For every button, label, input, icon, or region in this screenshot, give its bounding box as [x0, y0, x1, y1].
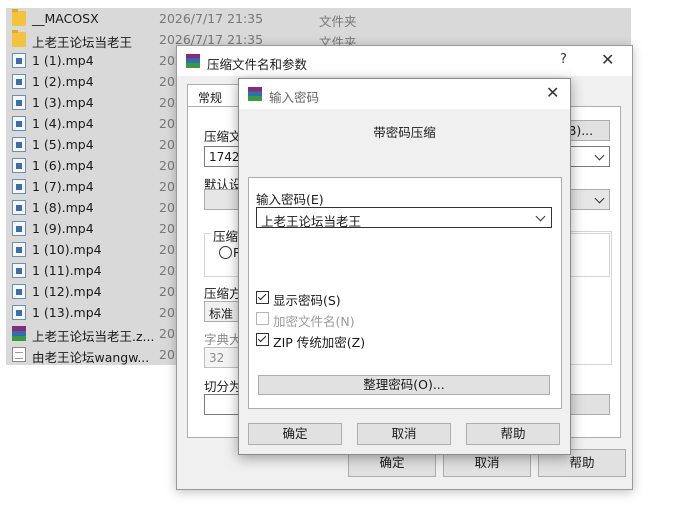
- password-cancel-button[interactable]: 取消: [357, 423, 451, 445]
- file-name: 1 (5).mp4: [32, 137, 94, 152]
- video-file-icon: [12, 200, 26, 215]
- compression-method-value: 标准: [209, 307, 234, 321]
- archive-dialog-close-icon[interactable]: ✕: [601, 50, 614, 69]
- password-ok-button[interactable]: 确定: [248, 423, 342, 445]
- help-question-icon[interactable]: ?: [560, 52, 567, 67]
- file-type: 文件夹: [319, 14, 357, 29]
- file-name: 1 (11).mp4: [32, 263, 102, 278]
- file-name: 1 (8).mp4: [32, 200, 94, 215]
- video-file-icon: [12, 95, 26, 110]
- video-file-icon: [12, 116, 26, 131]
- compression-method-label: 压缩方: [204, 286, 242, 301]
- file-name: 1 (13).mp4: [32, 305, 102, 320]
- dictionary-size-label: 字典大: [204, 332, 242, 347]
- chevron-down-icon: [594, 193, 605, 204]
- zip-legacy-encryption-label: ZIP 传统加密(Z): [273, 335, 366, 350]
- file-date: 2026/7/17 21:35: [159, 11, 264, 26]
- zip-legacy-encryption-checkbox[interactable]: [256, 333, 269, 346]
- password-dialog-close-icon[interactable]: ✕: [546, 83, 559, 102]
- video-file-icon: [12, 242, 26, 257]
- folder-icon: [12, 30, 26, 47]
- archive-dialog-titlebar: 压缩文件名和参数 ? ✕: [177, 46, 632, 76]
- winrar-icon: [186, 54, 200, 68]
- password-dialog-title: 输入密码: [269, 90, 320, 105]
- file-name: 1 (4).mp4: [32, 116, 94, 131]
- video-file-icon: [12, 305, 26, 320]
- winrar-icon: [248, 87, 262, 101]
- file-row[interactable]: __MACOSX 2026/7/17 21:35 文件夹: [6, 8, 631, 29]
- chevron-down-icon: [594, 150, 605, 161]
- tab-general[interactable]: 常规: [187, 84, 239, 107]
- file-name: 1 (9).mp4: [32, 221, 94, 236]
- tab-general-label: 常规: [198, 91, 223, 105]
- split-volumes-label: 切分为: [204, 379, 242, 394]
- file-name: 1 (1).mp4: [32, 53, 94, 68]
- chevron-down-icon: [535, 211, 546, 222]
- video-file-icon: [12, 221, 26, 236]
- password-dialog-heading: 带密码压缩: [373, 125, 436, 140]
- password-help-button[interactable]: 帮助: [466, 423, 560, 445]
- text-file-icon: [12, 347, 26, 362]
- file-name: 由老王论坛wangw...: [32, 350, 150, 365]
- video-file-icon: [12, 74, 26, 89]
- password-label: 输入密码(E): [256, 192, 324, 207]
- show-password-label: 显示密码(S): [273, 293, 341, 308]
- folder-icon: [12, 9, 26, 26]
- file-name: 1 (7).mp4: [32, 179, 94, 194]
- file-name: 1 (10).mp4: [32, 242, 102, 257]
- file-name: __MACOSX: [32, 11, 99, 26]
- encrypt-file-names-label: 加密文件名(N): [273, 314, 355, 329]
- file-name: 1 (12).mp4: [32, 284, 102, 299]
- archive-format-label: 压缩: [211, 226, 241, 245]
- video-file-icon: [12, 53, 26, 68]
- archive-dialog-title: 压缩文件名和参数: [207, 57, 308, 72]
- archive-name-label: 压缩文: [204, 129, 242, 144]
- file-name: 1 (6).mp4: [32, 158, 94, 173]
- show-password-checkbox[interactable]: [256, 291, 269, 304]
- video-file-icon: [12, 179, 26, 194]
- video-file-icon: [12, 284, 26, 299]
- video-file-icon: [12, 158, 26, 173]
- checkmark-icon: [257, 333, 267, 343]
- format-radio[interactable]: [219, 246, 232, 259]
- file-name: 上老王论坛当老王.z...: [32, 329, 155, 344]
- video-file-icon: [12, 137, 26, 152]
- password-input[interactable]: 上老王论坛当老王: [256, 207, 552, 229]
- enter-password-dialog: 输入密码 ✕ 带密码压缩 输入密码(E) 上老王论坛当老王 显示密码(S) 加密…: [238, 78, 571, 455]
- file-name: 1 (2).mp4: [32, 74, 94, 89]
- password-dialog-titlebar: 输入密码 ✕: [239, 79, 570, 109]
- file-name: 1 (3).mp4: [32, 95, 94, 110]
- checkmark-icon: [257, 291, 267, 301]
- organize-passwords-button[interactable]: 整理密码(O)...: [258, 375, 550, 395]
- file-name: 上老王论坛当老王: [32, 35, 133, 50]
- encrypt-file-names-checkbox[interactable]: [256, 312, 269, 325]
- password-value: 上老王论坛当老王: [261, 214, 362, 229]
- dictionary-size-value: 32: [209, 351, 225, 365]
- video-file-icon: [12, 263, 26, 278]
- rar-archive-icon: [12, 326, 26, 341]
